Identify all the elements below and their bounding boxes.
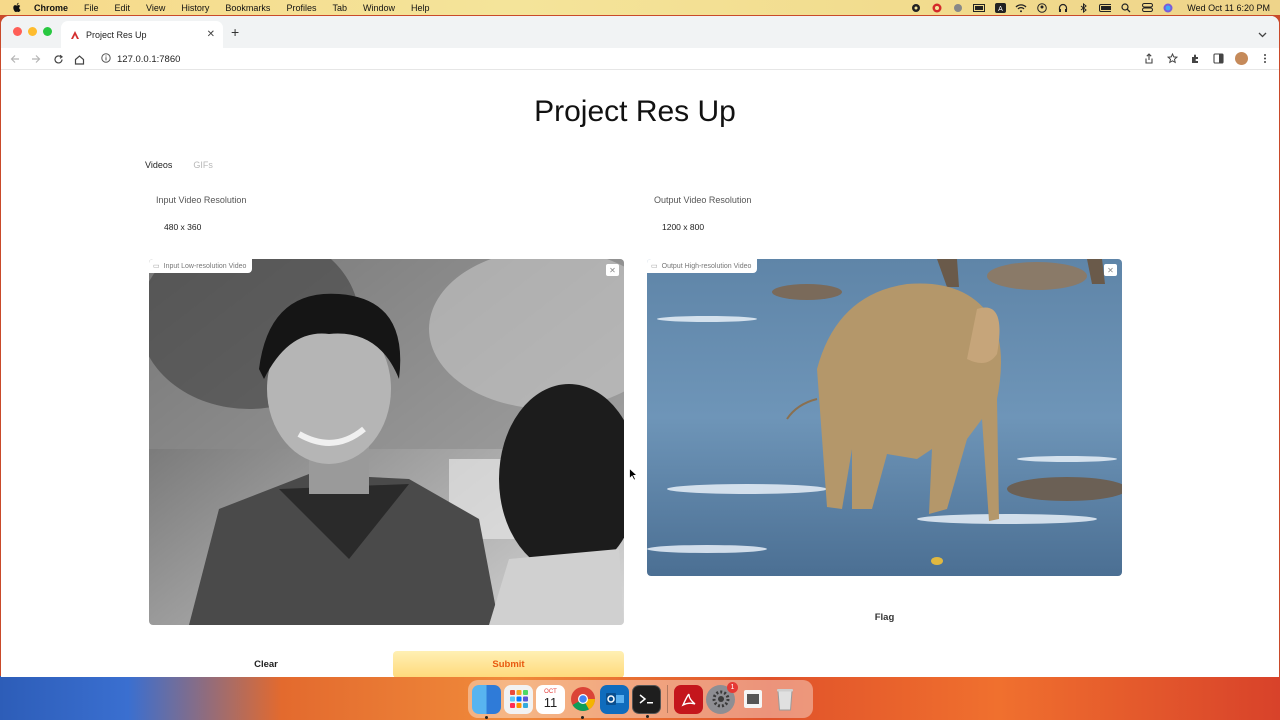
mode-tabs: Videos GIFs — [145, 160, 213, 170]
toolbar-actions — [1143, 52, 1271, 65]
new-tab-icon[interactable]: + — [231, 24, 239, 40]
site-info-icon[interactable] — [101, 52, 111, 66]
dock-separator — [667, 685, 668, 713]
page-favicon-icon — [71, 30, 79, 39]
tab-search-chevron-icon[interactable] — [1258, 25, 1267, 43]
mouse-cursor-icon — [629, 468, 638, 481]
acrobat-icon[interactable] — [674, 684, 703, 714]
tab-strip: Project Res Up ✕ + — [1, 16, 1279, 48]
browser-toolbar: 127.0.0.1:7860 — [1, 48, 1279, 70]
output-video-tag: ▭ Output High-resolution Video — [647, 259, 758, 273]
apple-menu-icon[interactable] — [12, 2, 24, 13]
running-indicator — [646, 714, 649, 718]
chrome-menu-icon[interactable] — [1259, 53, 1271, 65]
user-icon[interactable] — [1036, 2, 1048, 13]
submit-button[interactable]: Submit — [393, 651, 624, 677]
system-settings-icon[interactable]: 1 — [706, 681, 738, 714]
input-video-player[interactable]: ▭ Input Low-resolution Video ✕ — [149, 259, 624, 625]
window-controls — [13, 27, 52, 36]
tab-videos[interactable]: Videos — [145, 160, 172, 170]
control-center-icon[interactable] — [1141, 3, 1153, 13]
home-icon[interactable] — [73, 53, 85, 65]
globe-icon[interactable] — [952, 3, 964, 13]
zoom-window-button[interactable] — [43, 27, 52, 36]
page-content: Project Res Up Videos GIFs Input Video R… — [1, 71, 1279, 677]
search-icon[interactable] — [1120, 2, 1132, 13]
reload-icon[interactable] — [52, 53, 64, 65]
url-text[interactable]: 127.0.0.1:7860 — [117, 54, 180, 65]
minimize-window-button[interactable] — [28, 27, 37, 36]
menu-bookmarks[interactable]: Bookmarks — [225, 3, 270, 13]
bookmark-star-icon[interactable] — [1166, 53, 1178, 65]
close-window-button[interactable] — [13, 27, 22, 36]
menu-app-name[interactable]: Chrome — [34, 3, 68, 13]
video-camera-icon: ▭ — [153, 263, 160, 270]
browser-tab[interactable]: Project Res Up ✕ — [61, 21, 223, 48]
menu-view[interactable]: View — [146, 3, 165, 13]
extensions-icon[interactable] — [1189, 53, 1201, 65]
input-source-icon[interactable]: A — [994, 2, 1006, 13]
terminal-icon[interactable] — [632, 684, 661, 718]
menu-clock[interactable]: Wed Oct 11 6:20 PM — [1187, 3, 1270, 13]
output-resolution-value: 1200 x 800 — [662, 222, 705, 232]
menu-edit[interactable]: Edit — [115, 3, 131, 13]
share-icon[interactable] — [1143, 53, 1155, 65]
outlook-icon[interactable] — [600, 684, 629, 714]
video-camera-icon: ▭ — [651, 263, 658, 270]
camera-icon[interactable] — [910, 3, 922, 13]
profile-avatar[interactable] — [1235, 52, 1248, 65]
calendar-icon[interactable]: OCT 11 — [536, 684, 565, 714]
calendar-day: 11 — [543, 694, 558, 710]
menu-tab[interactable]: Tab — [332, 3, 347, 13]
input-video-frame — [149, 259, 624, 625]
input-video-label: Input Low-resolution Video — [163, 262, 247, 270]
notification-badge: 1 — [727, 681, 738, 693]
side-panel-icon[interactable] — [1212, 53, 1224, 65]
clear-button[interactable]: Clear — [149, 651, 383, 677]
battery-meter-icon[interactable] — [973, 3, 986, 13]
preview-icon[interactable] — [738, 685, 767, 714]
tab-title: Project Res Up — [86, 29, 147, 40]
close-tab-icon[interactable]: ✕ — [207, 29, 215, 40]
menu-file[interactable]: File — [84, 3, 99, 13]
menu-bar: Chrome File Edit View History Bookmarks … — [0, 0, 1280, 15]
dock: OCT 11 1 — [468, 680, 813, 719]
creative-cloud-icon[interactable] — [931, 3, 943, 13]
launchpad-icon[interactable] — [504, 684, 533, 714]
siri-icon[interactable] — [1162, 3, 1174, 13]
input-resolution-label: Input Video Resolution — [156, 195, 247, 205]
back-icon[interactable] — [9, 53, 21, 65]
tab-gifs[interactable]: GIFs — [193, 160, 213, 170]
forward-icon[interactable] — [30, 53, 42, 65]
address-bar[interactable]: 127.0.0.1:7860 — [101, 52, 180, 66]
clear-output-video-button[interactable]: ✕ — [1104, 264, 1117, 276]
trash-icon[interactable] — [770, 685, 799, 714]
finder-icon[interactable] — [472, 684, 501, 719]
output-resolution-label: Output Video Resolution — [654, 195, 752, 205]
running-indicator — [485, 715, 488, 719]
menu-window[interactable]: Window — [363, 3, 395, 13]
flag-button[interactable]: Flag — [647, 604, 1122, 631]
headphones-icon[interactable] — [1057, 3, 1069, 13]
output-video-frame — [647, 259, 1122, 576]
running-indicator — [581, 715, 584, 719]
chrome-icon[interactable] — [568, 685, 597, 719]
input-video-tag: ▭ Input Low-resolution Video — [149, 259, 253, 273]
output-video-player[interactable]: ▭ Output High-resolution Video ✕ — [647, 259, 1122, 576]
menu-help[interactable]: Help — [411, 3, 430, 13]
browser-window: Project Res Up ✕ + 127.0.0.1:7860 Projec… — [1, 16, 1279, 677]
menu-history[interactable]: History — [181, 3, 209, 13]
clear-input-video-button[interactable]: ✕ — [606, 264, 619, 276]
page-title: Project Res Up — [534, 95, 736, 128]
menu-profiles[interactable]: Profiles — [286, 3, 316, 13]
bluetooth-icon[interactable] — [1078, 2, 1090, 13]
input-resolution-value: 480 x 360 — [164, 222, 202, 232]
output-video-label: Output High-resolution Video — [661, 262, 752, 270]
wifi-icon[interactable] — [1015, 3, 1027, 13]
battery-icon[interactable] — [1099, 3, 1112, 13]
svg-text:A: A — [998, 6, 1003, 13]
